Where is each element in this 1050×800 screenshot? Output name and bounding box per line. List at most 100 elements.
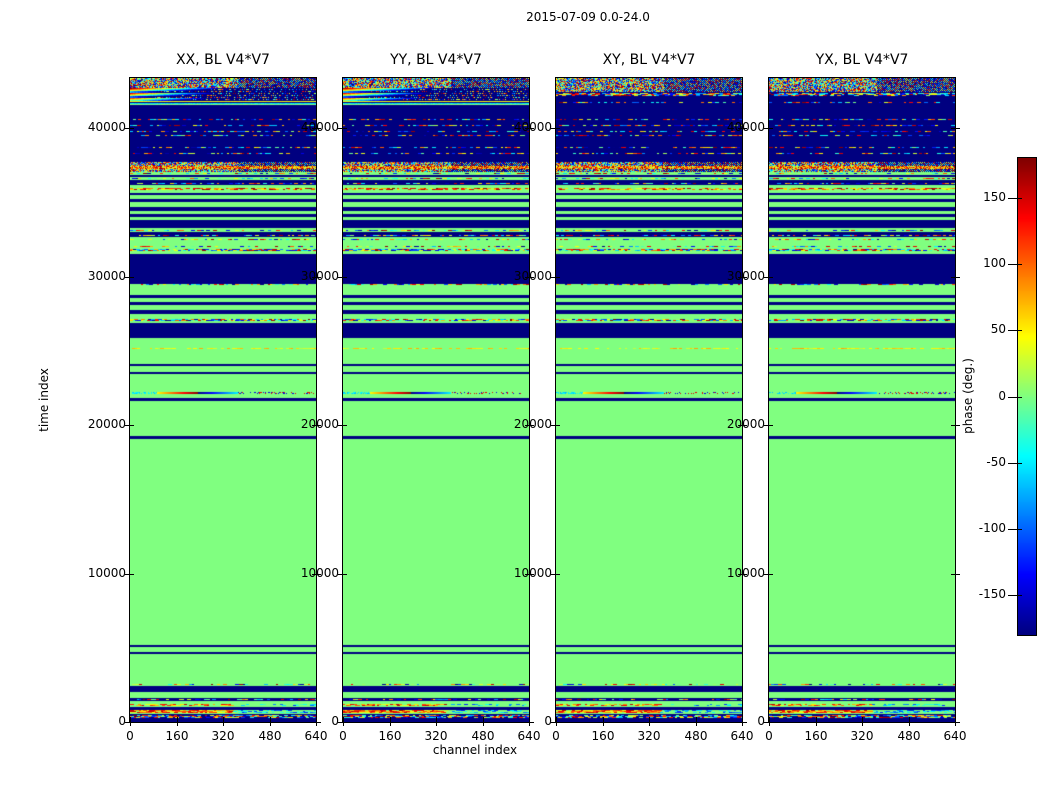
heatmap-canvas-yx [769, 78, 955, 722]
panel-title-yy: YY, BL V4*V7 [343, 52, 529, 68]
y-tick-mark [551, 425, 560, 426]
y-axis-label: time index [37, 340, 51, 460]
x-tick-label: 0 [110, 729, 150, 744]
colorbar-tick-mark [1008, 330, 1022, 331]
y-tick-mark [125, 128, 134, 129]
x-axis-label: channel index [415, 743, 535, 757]
y-tick-mark [125, 574, 134, 575]
y-tick-label: 10000 [301, 566, 339, 581]
x-tick-label: 480 [463, 729, 503, 744]
x-tick-mark [270, 717, 271, 726]
y-tick-label: 30000 [88, 269, 126, 284]
figure-canvas: 2015-07-09 0.0-24.0 XX, BL V4*V7 YY, BL … [0, 0, 1050, 800]
y-tick-label: 40000 [301, 120, 339, 135]
y-tick-label: 0 [757, 714, 765, 729]
colorbar-tick-mark [1008, 595, 1022, 596]
x-tick-label: 0 [536, 729, 576, 744]
x-tick-label: 160 [796, 729, 836, 744]
x-tick-label: 160 [157, 729, 197, 744]
y-tick-mark [764, 128, 773, 129]
y-tick-mark [338, 425, 347, 426]
x-tick-label: 320 [203, 729, 243, 744]
figure-title: 2015-07-09 0.0-24.0 [438, 10, 738, 24]
x-tick-label: 480 [676, 729, 716, 744]
y-tick-label: 10000 [727, 566, 765, 581]
x-tick-mark [696, 717, 697, 726]
x-tick-mark [742, 717, 743, 726]
colorbar-tick-label: 0 [998, 389, 1006, 404]
y-tick-label: 20000 [514, 417, 552, 432]
colorbar-tick-label: -50 [986, 455, 1006, 470]
x-tick-mark [177, 717, 178, 726]
y-tick-mark [951, 574, 960, 575]
x-tick-mark [603, 717, 604, 726]
x-tick-mark [130, 717, 131, 726]
colorbar-tick-label: 100 [983, 256, 1006, 271]
y-tick-label: 40000 [514, 120, 552, 135]
x-tick-mark [529, 717, 530, 726]
colorbar-tick-mark [1008, 198, 1022, 199]
colorbar-label: phase (deg.) [961, 336, 975, 456]
x-tick-mark [223, 717, 224, 726]
y-tick-label: 20000 [88, 417, 126, 432]
heatmap-canvas-xy [556, 78, 742, 722]
y-tick-mark [338, 128, 347, 129]
x-tick-mark [909, 717, 910, 726]
y-tick-mark [951, 425, 960, 426]
x-tick-mark [769, 717, 770, 726]
x-tick-label: 480 [250, 729, 290, 744]
y-tick-mark [125, 277, 134, 278]
y-tick-mark [338, 277, 347, 278]
x-tick-mark [649, 717, 650, 726]
x-tick-label: 320 [416, 729, 456, 744]
heatmap-canvas-yy [343, 78, 529, 722]
colorbar-tick-mark [1008, 264, 1022, 265]
heatmap-panel-yx [768, 77, 956, 723]
colorbar-tick-label: -150 [979, 587, 1006, 602]
y-tick-label: 40000 [727, 120, 765, 135]
x-tick-mark [390, 717, 391, 726]
x-tick-label: 640 [935, 729, 975, 744]
x-tick-mark [816, 717, 817, 726]
x-tick-mark [483, 717, 484, 726]
y-tick-label: 0 [544, 714, 552, 729]
y-tick-mark [951, 277, 960, 278]
heatmap-panel-yy [342, 77, 530, 723]
heatmap-panel-xy [555, 77, 743, 723]
panel-title-xx: XX, BL V4*V7 [130, 52, 316, 68]
colorbar-tick-label: -100 [979, 521, 1006, 536]
heatmap-canvas-xx [130, 78, 316, 722]
x-tick-mark [436, 717, 437, 726]
x-tick-mark [316, 717, 317, 726]
y-tick-label: 30000 [727, 269, 765, 284]
x-tick-label: 320 [629, 729, 669, 744]
y-tick-mark [125, 425, 134, 426]
x-tick-label: 160 [583, 729, 623, 744]
y-tick-mark [764, 277, 773, 278]
y-tick-mark [338, 574, 347, 575]
x-tick-label: 0 [749, 729, 789, 744]
x-tick-mark [862, 717, 863, 726]
colorbar-tick-mark [1008, 529, 1022, 530]
x-tick-label: 320 [842, 729, 882, 744]
y-tick-mark [551, 574, 560, 575]
y-tick-mark [551, 277, 560, 278]
y-tick-label: 20000 [727, 417, 765, 432]
colorbar-tick-mark [1008, 463, 1022, 464]
x-tick-label: 160 [370, 729, 410, 744]
colorbar-tick-mark [1008, 397, 1022, 398]
x-tick-label: 480 [889, 729, 929, 744]
y-tick-mark [551, 128, 560, 129]
y-tick-label: 20000 [301, 417, 339, 432]
y-tick-label: 10000 [88, 566, 126, 581]
y-tick-label: 0 [118, 714, 126, 729]
y-tick-label: 30000 [301, 269, 339, 284]
panel-title-xy: XY, BL V4*V7 [556, 52, 742, 68]
panel-title-yx: YX, BL V4*V7 [769, 52, 955, 68]
x-tick-mark [343, 717, 344, 726]
y-tick-mark [764, 425, 773, 426]
x-tick-label: 0 [323, 729, 363, 744]
heatmap-panel-xx [129, 77, 317, 723]
colorbar-tick-label: 150 [983, 190, 1006, 205]
y-tick-label: 0 [331, 714, 339, 729]
